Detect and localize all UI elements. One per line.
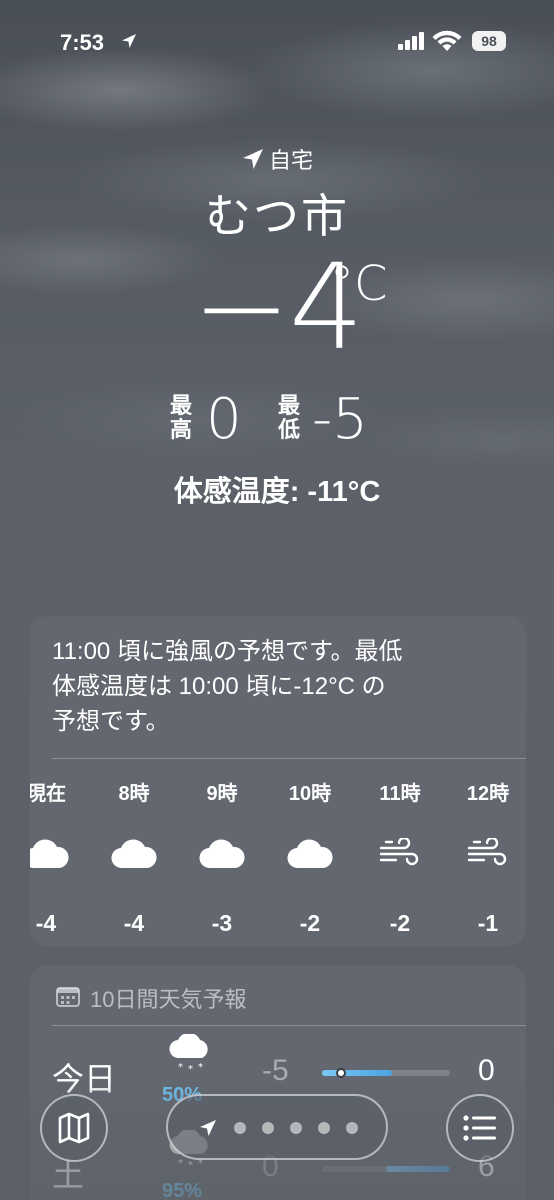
cloud-icon xyxy=(94,838,174,878)
hour-temperature: -4 xyxy=(123,910,145,936)
hourly-scroller[interactable]: 現在 -4 8時 -4 9時 -3 10時 -2 11時 -2 12時 -1 xyxy=(30,760,526,946)
status-bar: 7:53 98 xyxy=(0,0,554,80)
battery-indicator: 98 xyxy=(472,31,506,51)
svg-text:*: * xyxy=(188,1064,193,1074)
high-label: 最 高 xyxy=(170,394,196,442)
page-dot[interactable] xyxy=(262,1122,274,1134)
hour-label: 現在 xyxy=(30,783,66,805)
current-temperature-block: −4 °C xyxy=(0,248,554,366)
city-list-button[interactable] xyxy=(446,1094,514,1162)
high-label-char: 最 xyxy=(170,393,193,418)
low-label: 最 低 xyxy=(278,394,304,442)
wind-icon xyxy=(360,836,440,878)
high-temperature: 0 xyxy=(206,387,242,452)
page-dot[interactable] xyxy=(346,1122,358,1134)
hour-label: 11時 xyxy=(379,783,421,805)
map-button[interactable] xyxy=(40,1094,108,1162)
hour-temperature: -3 xyxy=(211,910,233,936)
page-dot[interactable] xyxy=(290,1122,302,1134)
hour-label: 12時 xyxy=(466,783,510,805)
cloud-icon xyxy=(182,838,262,878)
feels-like-temperature: 体感温度: -11°C xyxy=(173,476,381,508)
high-label-char: 高 xyxy=(170,417,193,442)
cloud-icon xyxy=(30,838,86,878)
hour-temperature: -4 xyxy=(35,910,57,936)
list-icon xyxy=(463,1115,496,1141)
low-label-char: 最 xyxy=(278,393,301,418)
map-icon xyxy=(58,1112,90,1144)
low-temperature: -5 xyxy=(312,387,368,452)
page-dot[interactable] xyxy=(318,1122,330,1134)
temperature-unit: °C xyxy=(330,256,388,312)
location-arrow-icon xyxy=(200,1120,216,1136)
high-low-row: 最 高 0 最 低 -5 xyxy=(0,387,554,456)
page-dot[interactable] xyxy=(234,1122,246,1134)
alert-line: 体感温度は 10:00 頃に-12°C の xyxy=(52,673,386,700)
cellular-signal-icon xyxy=(398,32,424,50)
city-name: むつ市 xyxy=(205,190,349,242)
status-time: 7:53 xyxy=(60,30,105,55)
wifi-icon xyxy=(432,30,462,51)
alert-line: 予想です。 xyxy=(52,708,170,735)
hour-temperature: -2 xyxy=(389,910,411,936)
card-divider xyxy=(52,758,526,759)
svg-text:*: * xyxy=(178,1062,183,1073)
hour-temperature: -1 xyxy=(477,910,499,936)
snow-cloud-icon: * * * xyxy=(168,1032,214,1079)
cloud-icon xyxy=(270,838,350,878)
hour-label: 8時 xyxy=(118,783,150,805)
location-label: 自宅 xyxy=(0,143,554,177)
hour-label: 10時 xyxy=(288,783,332,805)
hour-temperature: -2 xyxy=(299,910,321,936)
page-indicator[interactable] xyxy=(166,1094,388,1160)
location-arrow-icon xyxy=(241,147,265,177)
wind-icon xyxy=(448,836,526,878)
card-divider xyxy=(52,1025,526,1026)
hour-label: 9時 xyxy=(206,783,238,805)
calendar-icon xyxy=(56,987,80,1007)
low-label-char: 低 xyxy=(278,417,301,442)
ten-day-title: 10日間天気予報 xyxy=(90,987,247,1012)
temperature-range-fill xyxy=(322,1070,393,1076)
alert-line: 11:00 頃に強風の予想です。最低 xyxy=(52,638,403,665)
location-services-icon xyxy=(122,34,136,48)
location-name: 自宅 xyxy=(268,148,313,173)
wind-alert-text: 11:00 頃に強風の予想です。最低 体感温度は 10:00 頃に-12°C の… xyxy=(52,634,502,739)
svg-text:*: * xyxy=(198,1062,203,1073)
